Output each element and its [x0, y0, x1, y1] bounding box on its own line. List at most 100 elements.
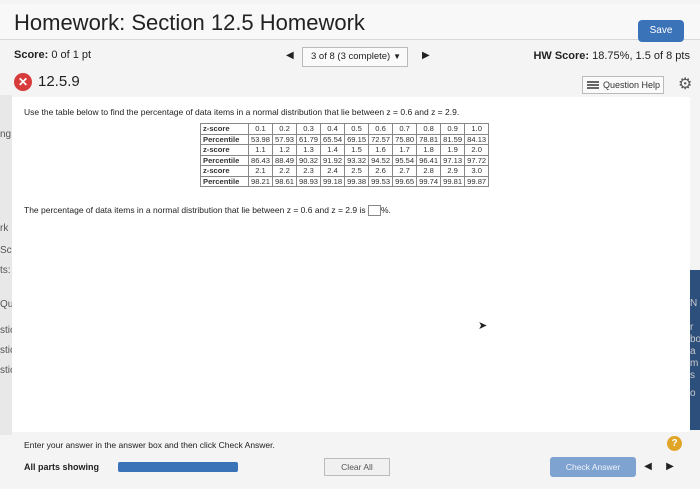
- bg-fragment: bo: [690, 334, 700, 345]
- bg-fragment: N: [690, 298, 698, 309]
- table-row: z-score 0.1 0.2 0.3 0.4 0.5 0.6 0.7 0.8 0.9 1.0: [200, 123, 490, 135]
- mouse-cursor-icon: ➤: [478, 320, 488, 332]
- bg-fragment: rk: [0, 223, 9, 234]
- question-number: 12.5.9: [38, 73, 80, 90]
- table-cell: 61.79: [296, 133, 322, 145]
- table-cell: 0.9: [440, 123, 466, 135]
- table-cell: 3.0: [464, 165, 490, 177]
- table-cell: 72.57: [368, 133, 394, 145]
- check-answer-button[interactable]: Check Answer: [550, 457, 636, 477]
- table-cell: 99.74: [416, 175, 442, 187]
- table-cell: 2.6: [368, 165, 394, 177]
- background-window-left: ng rk Sc ts: Qu stic stic stic: [0, 95, 12, 435]
- table-cell: 86.43: [247, 154, 274, 166]
- row-header: Percentile: [200, 175, 249, 187]
- question-navigator: ◀ 3 of 8 (3 complete) ▼ ▶: [282, 47, 442, 67]
- parts-label: All parts showing: [24, 462, 100, 472]
- row-header: Percentile: [200, 154, 249, 166]
- score-display: Score: 0 of 1 pt: [14, 49, 91, 61]
- table-cell: 2.2: [272, 165, 298, 177]
- table-cell: 99.53: [368, 175, 394, 187]
- table-cell: 75.80: [392, 133, 418, 145]
- bg-fragment: Sc: [0, 245, 12, 256]
- table-cell: 99.65: [392, 175, 418, 187]
- question-bar: ✕ 12.5.9 Question Help ⚙: [0, 70, 700, 96]
- table-cell: 2.4: [320, 165, 346, 177]
- bg-fragment: s: [690, 370, 695, 381]
- row-header: z-score: [200, 165, 249, 177]
- table-row: Percentile 98.21 98.61 98.93 99.18 99.38 99.53…: [200, 175, 490, 187]
- answer-prefix: The percentage of data items in a normal…: [24, 205, 366, 215]
- table-row: z-score 2.1 2.2 2.3 2.4 2.5 2.6 2.7 2.8 2.9 3.0: [200, 165, 490, 177]
- question-help-label: Question Help: [603, 80, 661, 90]
- table-cell: 1.9: [440, 144, 466, 156]
- table-cell: 2.0: [464, 144, 490, 156]
- table-cell: 2.7: [392, 165, 418, 177]
- previous-part-icon[interactable]: ◀: [640, 459, 656, 475]
- table-cell: 0.8: [416, 123, 442, 135]
- bg-fragment: ng: [0, 129, 12, 140]
- table-cell: 2.8: [416, 165, 442, 177]
- incorrect-icon: ✕: [14, 73, 32, 91]
- table-cell: 1.8: [416, 144, 442, 156]
- gear-icon[interactable]: ⚙: [678, 74, 692, 94]
- table-cell: 1.4: [320, 144, 346, 156]
- row-header: z-score: [200, 123, 249, 135]
- table-cell: 95.54: [392, 154, 418, 166]
- table-cell: 99.81: [440, 175, 466, 187]
- table-cell: 91.92: [320, 154, 346, 166]
- previous-question-icon[interactable]: ◀: [286, 50, 294, 61]
- bg-fragment: stic: [0, 365, 12, 376]
- help-icon[interactable]: ?: [667, 436, 682, 451]
- table-cell: 57.93: [272, 133, 298, 145]
- score-value: 0 of 1 pt: [51, 49, 92, 61]
- parts-progress-bar: [118, 462, 238, 472]
- table-cell: 78.81: [416, 133, 442, 145]
- table-row: Percentile 53.98 57.93 61.79 65.54 69.15 72.57…: [200, 133, 490, 145]
- parts-progress-fill: [118, 462, 238, 472]
- table-cell: 81.59: [440, 133, 466, 145]
- hw-score: HW Score: 18.75%, 1.5 of 8 pts: [533, 50, 690, 62]
- table-cell: 98.21: [247, 175, 274, 187]
- save-button[interactable]: Save: [638, 20, 684, 42]
- clear-all-button[interactable]: Clear All: [324, 458, 390, 476]
- row-header: Percentile: [200, 133, 249, 145]
- table-cell: 2.1: [247, 165, 274, 177]
- question-content: Use the table below to find the percenta…: [12, 97, 690, 432]
- table-cell: 0.7: [392, 123, 418, 135]
- bg-fragment: o: [690, 388, 696, 399]
- next-part-icon[interactable]: ▶: [662, 459, 678, 475]
- table-cell: 97.13: [440, 154, 466, 166]
- bg-fragment: m: [690, 358, 699, 369]
- table-cell: 88.49: [272, 154, 298, 166]
- hw-score-value: 18.75%, 1.5 of 8 pts: [592, 50, 690, 62]
- table-cell: 98.61: [272, 175, 298, 187]
- question-prompt: Use the table below to find the percenta…: [24, 107, 460, 117]
- question-help-button[interactable]: Question Help: [582, 76, 664, 94]
- table-cell: 1.5: [344, 144, 370, 156]
- table-cell: 93.32: [344, 154, 370, 166]
- chevron-down-icon: ▼: [393, 52, 401, 61]
- table-cell: 1.1: [247, 144, 274, 156]
- table-cell: 97.72: [464, 154, 490, 166]
- z-score-table: z-score 0.1 0.2 0.3 0.4 0.5 0.6 0.7 0.8 0.9 1.0 Per…: [200, 123, 490, 187]
- next-question-icon[interactable]: ▶: [422, 50, 430, 61]
- answer-input[interactable]: [368, 205, 381, 217]
- page-title: Homework: Section 12.5 Homework: [14, 10, 365, 35]
- table-cell: 1.6: [368, 144, 394, 156]
- table-cell: 99.38: [344, 175, 370, 187]
- table-cell: 2.3: [296, 165, 322, 177]
- table-cell: 1.0: [464, 123, 490, 135]
- table-cell: 0.4: [320, 123, 346, 135]
- row-header: z-score: [200, 144, 249, 156]
- table-cell: 65.54: [320, 133, 346, 145]
- table-row: Percentile 86.43 88.49 90.32 91.92 93.32 94.52…: [200, 154, 490, 166]
- question-select[interactable]: 3 of 8 (3 complete) ▼: [302, 47, 408, 67]
- footer-bar: Enter your answer in the answer box and …: [12, 432, 690, 489]
- table-cell: 98.93: [296, 175, 322, 187]
- table-cell: 0.1: [247, 123, 274, 135]
- answer-sentence: The percentage of data items in a normal…: [24, 205, 391, 217]
- table-cell: 1.2: [272, 144, 298, 156]
- bg-fragment: r: [690, 322, 694, 333]
- bg-fragment: ts:: [0, 265, 11, 276]
